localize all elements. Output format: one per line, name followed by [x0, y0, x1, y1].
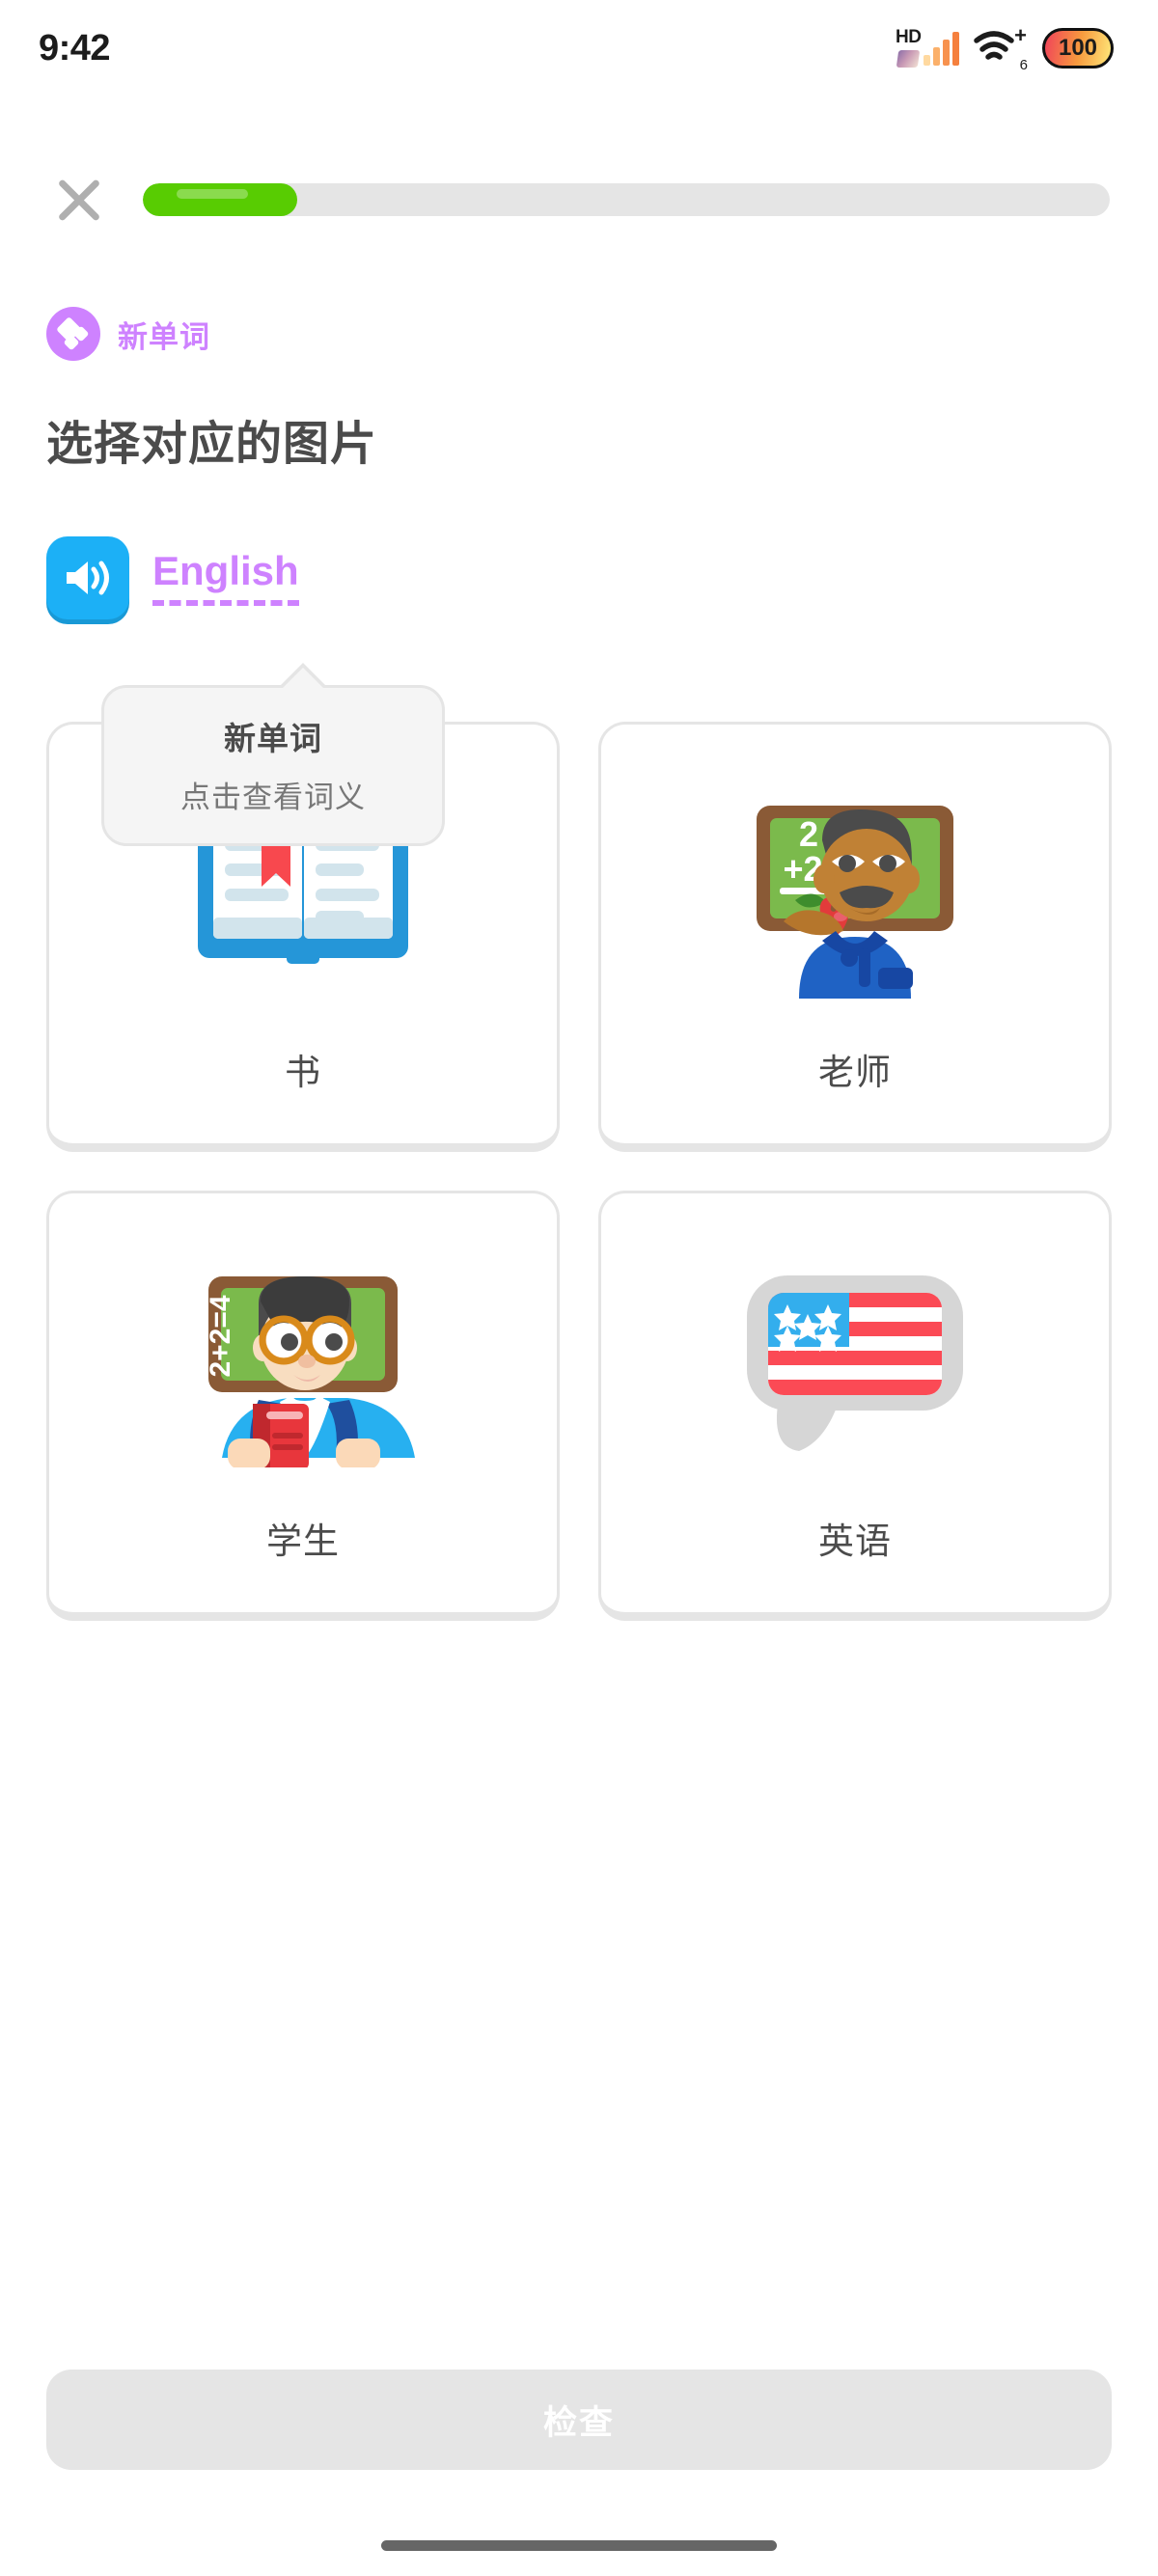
- choice-card-teacher[interactable]: 2 +2 老师: [598, 722, 1112, 1152]
- new-word-diamond-icon: [46, 307, 100, 361]
- close-icon[interactable]: [46, 167, 112, 233]
- page-title: 选择对应的图片: [46, 419, 378, 470]
- svg-text:2: 2: [799, 814, 818, 854]
- check-button[interactable]: 检查: [46, 2370, 1112, 2470]
- new-word-chip: 新单词: [46, 307, 210, 361]
- wifi-icon: + 6: [973, 23, 1029, 73]
- svg-text:2+2=4: 2+2=4: [205, 1295, 236, 1377]
- battery-level-label: 100: [1058, 35, 1098, 61]
- usa-flag-speech-bubble-icon: [730, 1236, 980, 1487]
- battery-icon: 100: [1042, 28, 1114, 69]
- choice-label: 老师: [818, 1053, 892, 1092]
- choice-grid: 书 2 +2 老师 2+2=4 学生 英语: [46, 722, 1112, 1621]
- check-button-label: 检查: [542, 2403, 615, 2442]
- signal-strength-bars: [924, 32, 959, 66]
- choice-card-english[interactable]: 英语: [598, 1191, 1112, 1621]
- speaker-icon[interactable]: [46, 536, 129, 619]
- hd-label: HD: [896, 27, 922, 47]
- progress-shine: [177, 189, 248, 199]
- wifi-plus-label: +: [1014, 23, 1027, 47]
- choice-label: 学生: [266, 1521, 340, 1561]
- new-word-chip-label: 新单词: [118, 319, 210, 354]
- sim-card-icon: [896, 50, 921, 68]
- target-word[interactable]: English: [152, 549, 299, 607]
- new-word-tooltip[interactable]: 新单词 点击查看词义: [101, 663, 445, 846]
- wifi-generation-label: 6: [1019, 57, 1028, 73]
- choice-card-student[interactable]: 2+2=4 学生: [46, 1191, 560, 1621]
- status-icons: HD + 6 100: [896, 23, 1114, 73]
- lesson-progress-bar: [143, 183, 1110, 216]
- lesson-screen: 9:42 HD + 6 100 新单词 选择对应的图片 English 新单词 …: [0, 0, 1158, 2576]
- home-gesture-bar[interactable]: [381, 2540, 777, 2551]
- lesson-header: [0, 166, 1158, 233]
- choice-label: 书: [285, 1053, 321, 1092]
- student-icon: 2+2=4: [178, 1236, 428, 1487]
- tooltip-title: 新单词: [224, 721, 322, 756]
- choice-label: 英语: [818, 1521, 892, 1561]
- tooltip-arrow-inner-icon: [282, 668, 324, 689]
- teacher-icon: 2 +2: [730, 767, 980, 1018]
- tooltip-subtitle: 点击查看词义: [180, 781, 366, 814]
- signal-bars-icon: HD: [896, 25, 959, 71]
- target-word-row: English: [46, 536, 299, 619]
- lesson-progress-fill: [143, 183, 298, 216]
- status-time: 9:42: [39, 27, 111, 69]
- status-bar: 9:42 HD + 6 100: [0, 0, 1158, 96]
